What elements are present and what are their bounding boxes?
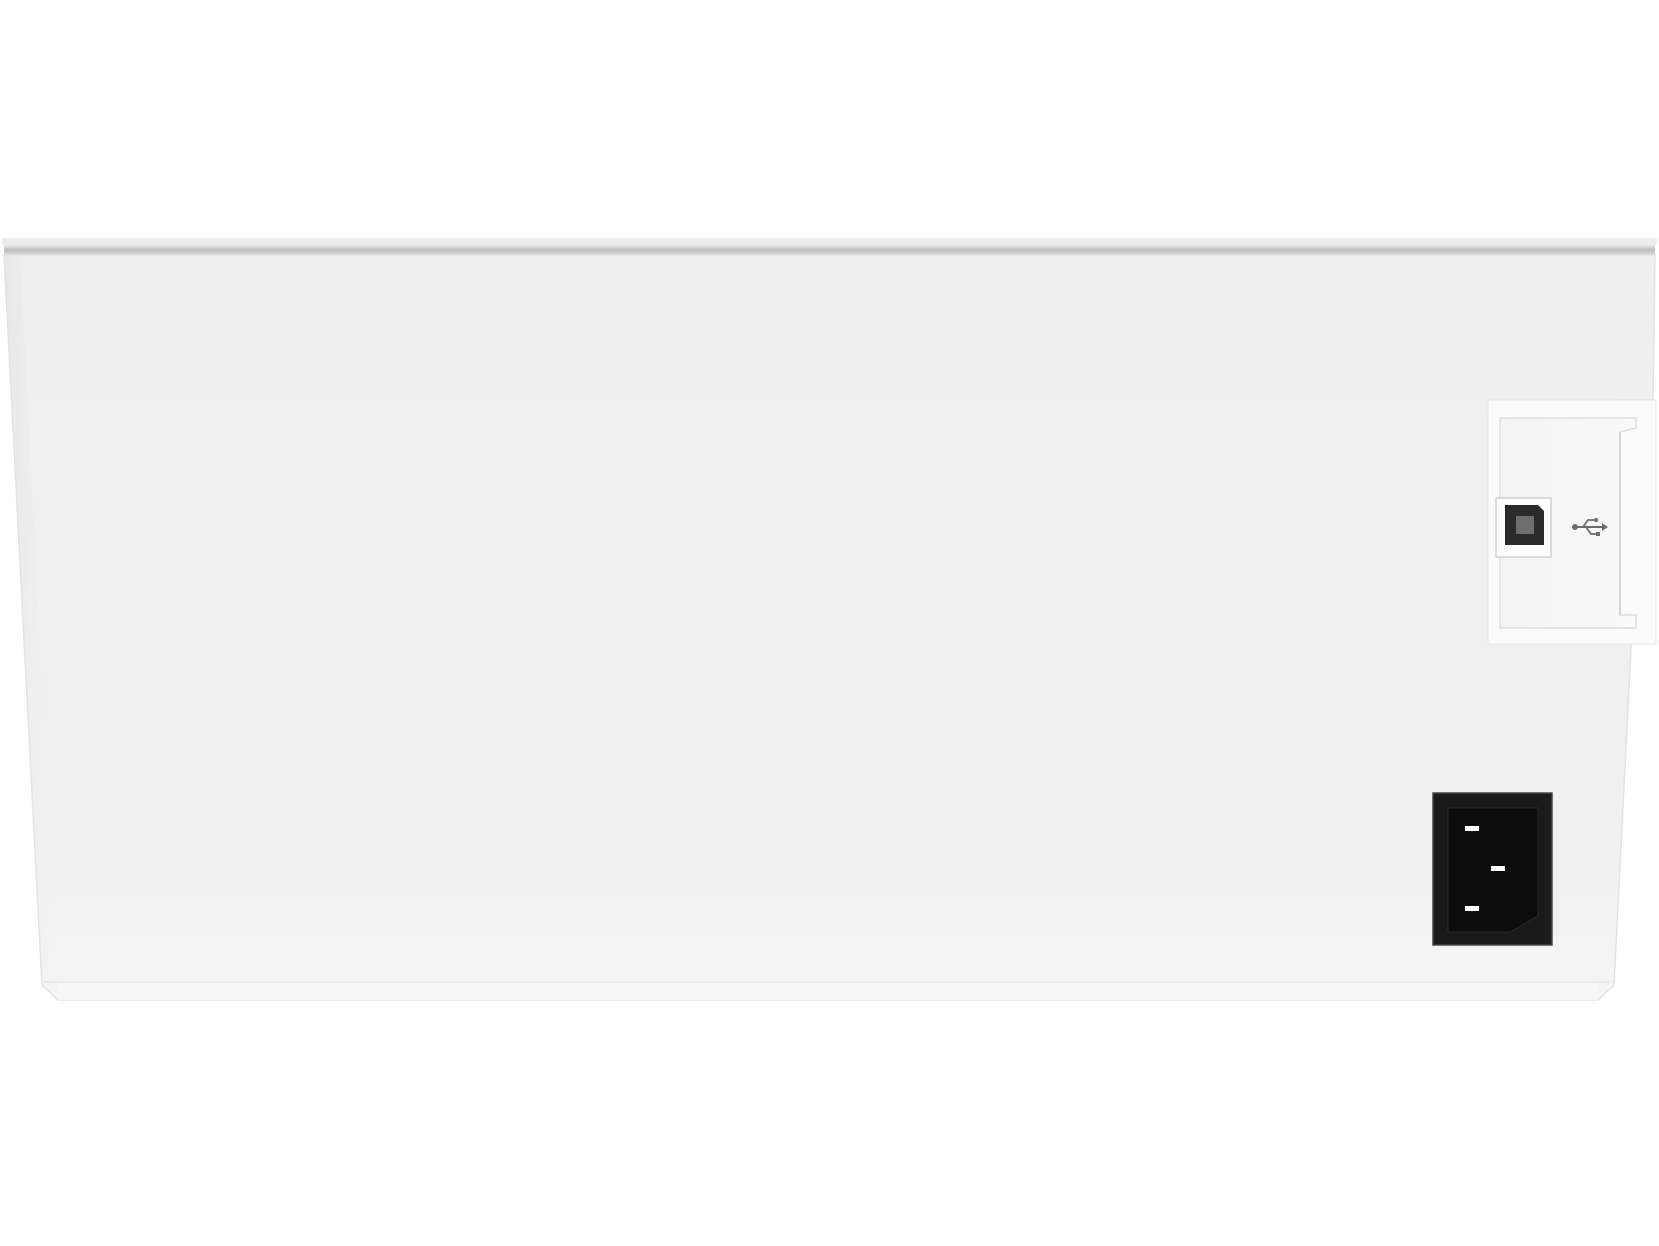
printer-rear-view (2, 238, 1657, 1001)
usb-b-port-icon (1495, 497, 1552, 558)
power-inlet-icon (1432, 792, 1553, 946)
product-photo (0, 0, 1659, 1246)
printer-body (3, 254, 1656, 1001)
printer-top-lid (2, 238, 1657, 255)
